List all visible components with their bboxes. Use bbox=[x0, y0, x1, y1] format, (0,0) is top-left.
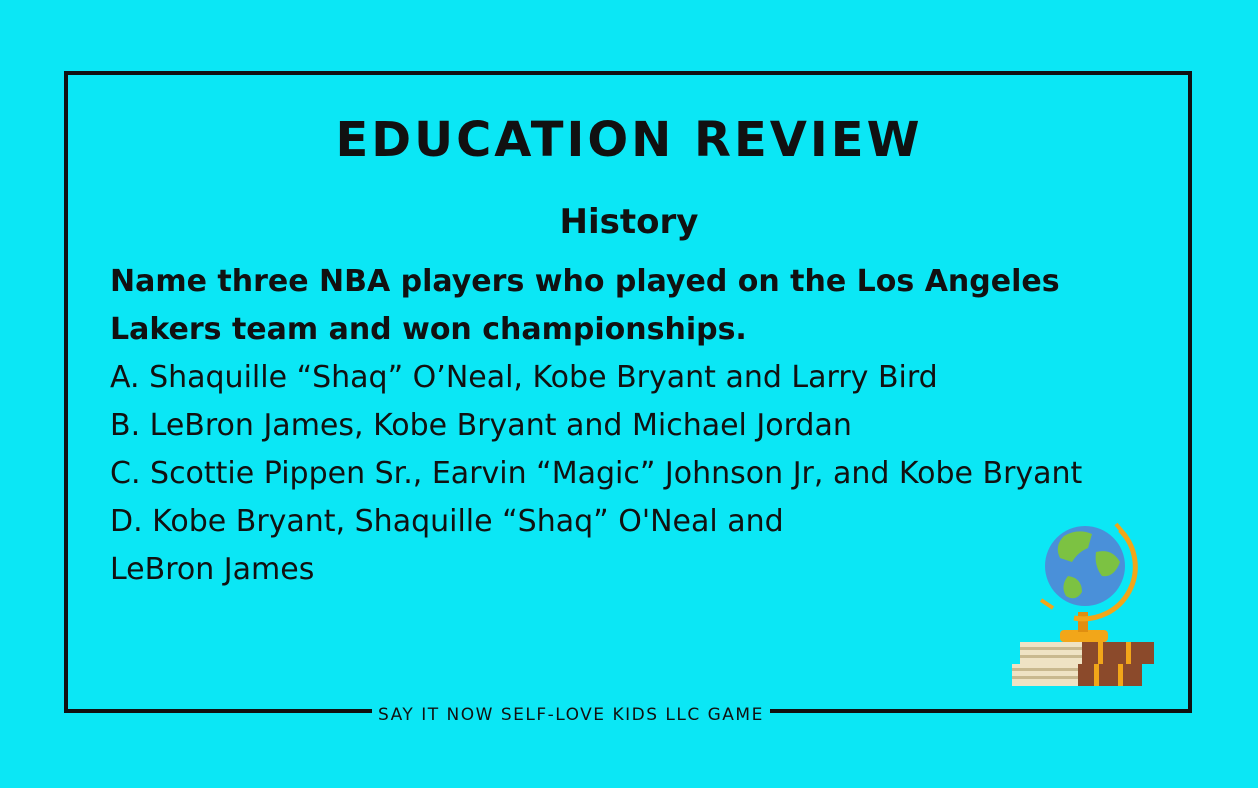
option-a: A. Shaquille “Shaq” O’Neal, Kobe Bryant … bbox=[110, 360, 938, 395]
subject-heading: History bbox=[559, 202, 699, 242]
question-text: Name three NBA players who played on the… bbox=[110, 264, 1060, 347]
globe-icon bbox=[1045, 526, 1125, 606]
option-d: D. Kobe Bryant, Shaquille “Shaq” O'Neal … bbox=[110, 504, 784, 587]
books-stack-icon bbox=[1012, 642, 1154, 686]
question-block: Name three NBA players who played on the… bbox=[110, 258, 1100, 594]
globe-on-books-icon bbox=[1012, 522, 1154, 686]
footer-credit: SAY IT NOW SELF-LOVE KIDS LLC GAME bbox=[372, 702, 770, 728]
option-c: C. Scottie Pippen Sr., Earvin “Magic” Jo… bbox=[110, 456, 1083, 491]
card-title: EDUCATION REVIEW bbox=[335, 112, 923, 168]
option-b: B. LeBron James, Kobe Bryant and Michael… bbox=[110, 408, 852, 443]
